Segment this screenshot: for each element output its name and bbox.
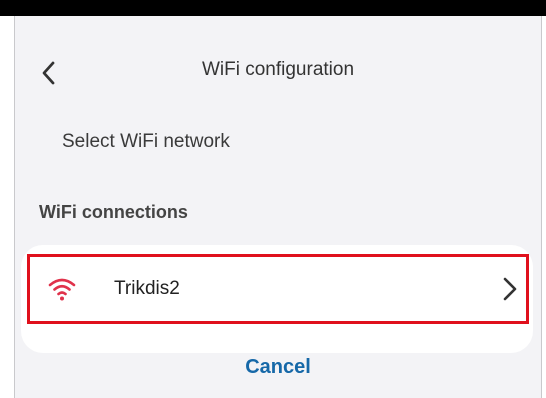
wifi-connections-heading: WiFi connections — [39, 202, 188, 222]
app-frame: WiFi configuration Select WiFi network W… — [0, 0, 546, 398]
page-title: WiFi configuration — [201, 59, 355, 80]
network-item-trikdis2[interactable]: Trikdis2 — [27, 254, 529, 324]
network-name: Trikdis2 — [114, 278, 180, 299]
chevron-right-icon — [503, 277, 517, 301]
wifi-signal-icon — [48, 278, 76, 301]
select-network-label: Select WiFi network — [62, 131, 230, 152]
status-bar — [0, 0, 546, 16]
wifi-configuration-screen: WiFi configuration Select WiFi network W… — [14, 16, 542, 398]
cancel-button[interactable]: Cancel — [15, 356, 541, 386]
